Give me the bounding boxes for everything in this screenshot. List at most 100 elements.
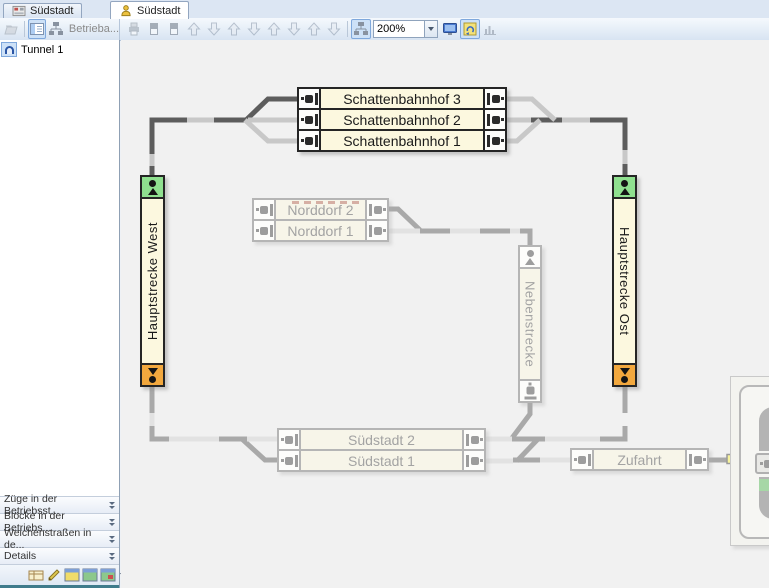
block-zufahrt[interactable]: Zufahrt	[570, 448, 709, 471]
panel-inner	[739, 385, 769, 539]
block-suedstadt-2[interactable]: Südstadt 2	[279, 430, 484, 449]
block-schattenbahnhof-2[interactable]: Schattenbahnhof 2	[299, 108, 505, 129]
card-icon	[166, 21, 182, 37]
tab-bar: Südstadt Südstadt	[0, 0, 769, 19]
track-segment	[590, 120, 625, 150]
tree-item-tunnel-1[interactable]: Tunnel 1	[0, 40, 119, 59]
arrow-up-icon	[266, 21, 282, 37]
panel-caption: Betrieba...	[69, 23, 119, 35]
block-schattenbahnhof-3[interactable]: Schattenbahnhof 3	[299, 89, 505, 108]
page-layout-button-2[interactable]	[164, 19, 184, 39]
page-layout-button-1[interactable]	[144, 19, 164, 39]
track-segment	[385, 209, 420, 230]
brake-marker-icon[interactable]	[299, 89, 321, 108]
move-up-button-4[interactable]	[304, 19, 324, 39]
statistics-button[interactable]	[480, 19, 500, 39]
block-schattenbahnhof-1[interactable]: Schattenbahnhof 1	[299, 129, 505, 150]
move-down-button-3[interactable]	[284, 19, 304, 39]
brake-marker-icon[interactable]	[483, 110, 505, 129]
hierarchy-view-button[interactable]	[351, 19, 371, 39]
pencil-icon	[46, 567, 62, 583]
signal-green-icon[interactable]	[142, 177, 163, 199]
brake-marker-icon[interactable]	[572, 450, 594, 469]
separator	[347, 21, 348, 37]
tree-view-button[interactable]	[47, 19, 64, 39]
open-button[interactable]	[3, 19, 20, 39]
brake-marker-icon[interactable]	[279, 430, 301, 449]
left-sidebar: Tunnel 1 Züge in der Betriebsst... Blöck…	[0, 40, 120, 588]
yellow-window-icon	[64, 567, 80, 583]
track-segment	[152, 120, 187, 154]
signal-icon[interactable]	[520, 247, 540, 269]
zoom-combo	[373, 20, 438, 38]
tree-item-label: Tunnel 1	[21, 44, 63, 56]
brake-marker-icon[interactable]	[462, 430, 484, 449]
block-label: Zufahrt	[594, 450, 685, 469]
block-label: Norddorf 1	[276, 221, 365, 240]
window-style-button-1[interactable]	[64, 566, 80, 584]
application-window: Südstadt Südstadt Betrieba...	[0, 0, 769, 588]
block-norddorf-2[interactable]: Norddorf 2	[254, 200, 387, 219]
block-nebenstrecke[interactable]: Nebenstrecke	[518, 245, 542, 403]
track-segment	[242, 439, 277, 460]
track-diagram-canvas: Schattenbahnhof 3 Schattenbahnhof 2 Scha…	[121, 40, 769, 588]
faded-train-label	[292, 201, 364, 204]
brake-marker-icon[interactable]	[365, 200, 387, 219]
zoom-dropdown-button[interactable]	[425, 20, 438, 38]
block-norddorf-1[interactable]: Norddorf 1	[254, 219, 387, 240]
block-stack-schattenbahnhof: Schattenbahnhof 3 Schattenbahnhof 2 Scha…	[297, 87, 507, 152]
tab-suedstadt-dispatcher[interactable]: Südstadt	[110, 1, 189, 19]
printer-icon	[126, 21, 142, 37]
properties-grid-button[interactable]	[28, 566, 44, 584]
block-hauptstrecke-ost[interactable]: Hauptstrecke Ost	[612, 175, 637, 387]
window-style-button-3[interactable]	[100, 566, 116, 584]
arrow-up-icon	[186, 21, 202, 37]
track-segment	[245, 120, 297, 141]
block-label: Hauptstrecke West	[142, 199, 163, 363]
move-up-button-1[interactable]	[184, 19, 204, 39]
block-hauptstrecke-west[interactable]: Hauptstrecke West	[140, 175, 165, 387]
block-label: Nebenstrecke	[520, 269, 540, 379]
brake-marker-icon[interactable]	[462, 451, 484, 470]
brake-marker-icon[interactable]	[483, 89, 505, 108]
tunnel-icon	[1, 42, 17, 57]
track-segment	[503, 120, 540, 141]
refresh-page-icon	[462, 21, 478, 37]
track-segment	[520, 231, 530, 245]
signal-orange-icon[interactable]	[142, 363, 163, 385]
move-down-button-4[interactable]	[324, 19, 344, 39]
block-suedstadt-1[interactable]: Südstadt 1	[279, 449, 484, 470]
dispatcher-icon	[119, 5, 133, 17]
move-up-button-2[interactable]	[224, 19, 244, 39]
double-chevron-icon	[109, 536, 115, 543]
brake-marker-icon[interactable]	[365, 221, 387, 240]
brake-marker-icon[interactable]	[483, 131, 505, 150]
block-label: Schattenbahnhof 3	[321, 89, 483, 108]
overview-toggle-button[interactable]	[28, 19, 46, 39]
brake-marker-icon[interactable]	[685, 450, 707, 469]
block-label: Südstadt 1	[301, 451, 462, 470]
move-down-button-1[interactable]	[204, 19, 224, 39]
move-down-button-2[interactable]	[244, 19, 264, 39]
brake-marker-icon[interactable]	[520, 379, 540, 401]
window-style-button-2[interactable]	[82, 566, 98, 584]
arrow-up-icon	[226, 21, 242, 37]
zoom-input[interactable]	[373, 20, 425, 38]
brake-marker-icon[interactable]	[254, 200, 276, 219]
block-label: Norddorf 2	[276, 200, 365, 219]
signal-orange-icon[interactable]	[614, 363, 635, 385]
move-up-button-3[interactable]	[264, 19, 284, 39]
fullscreen-button[interactable]	[440, 19, 460, 39]
brake-marker-icon[interactable]	[279, 451, 301, 470]
brake-marker-icon[interactable]	[299, 110, 321, 129]
switchboard-icon	[12, 5, 26, 17]
edit-pencil-button[interactable]	[46, 566, 62, 584]
brake-marker-icon[interactable]	[254, 221, 276, 240]
brake-marker-icon[interactable]	[299, 131, 321, 150]
signal-green-icon[interactable]	[614, 177, 635, 199]
caret-down-icon	[428, 27, 434, 31]
auto-refresh-button[interactable]	[460, 19, 480, 39]
section-weichenstrassen[interactable]: Weichenstraßen in de...	[0, 530, 119, 547]
tab-suedstadt-switchboard[interactable]: Südstadt	[3, 3, 82, 18]
print-button[interactable]	[124, 19, 144, 39]
